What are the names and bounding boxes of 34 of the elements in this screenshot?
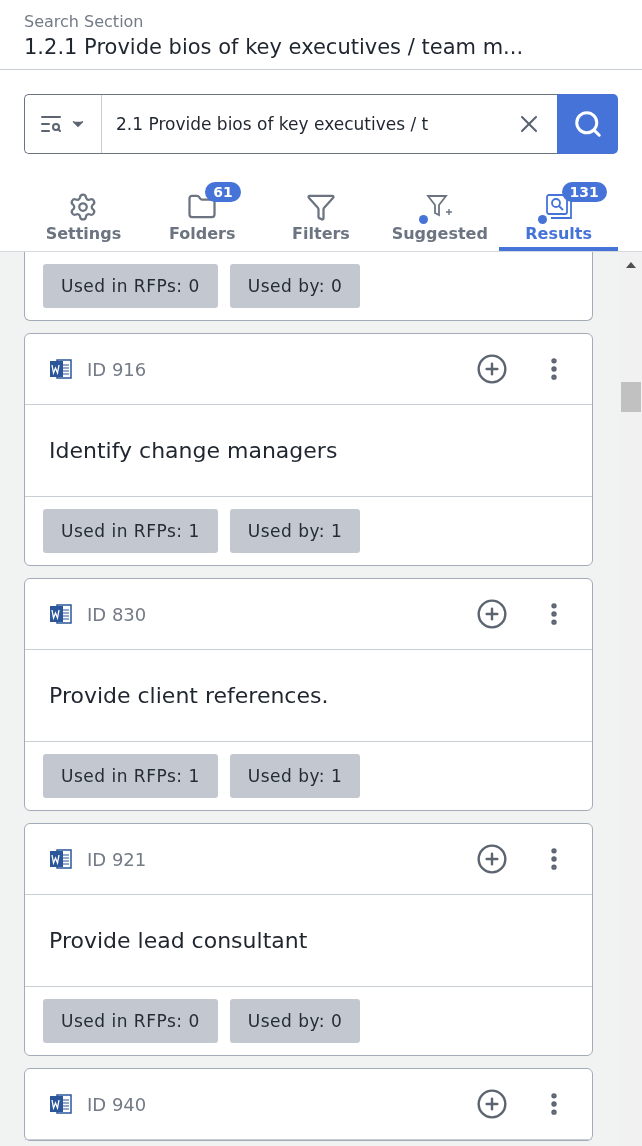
nav-tab[interactable]: Settings — [24, 182, 143, 251]
usage-tag: Used in RFPs: 1 — [43, 754, 218, 798]
section-caption: Search Section — [24, 12, 145, 31]
usage-tag: Used by: 1 — [229, 754, 361, 798]
result-title: Identify change managers — [25, 405, 592, 497]
word-document-icon — [49, 602, 73, 626]
result-title: Provide lead consultant — [25, 895, 592, 987]
result-title: Provide client references. — [25, 650, 592, 742]
word-document-icon — [49, 847, 73, 871]
add-icon[interactable] — [476, 353, 508, 385]
search-button[interactable] — [557, 94, 618, 154]
count-badge: 61 — [205, 182, 241, 202]
usage-tag: Used in RFPs: 0 — [43, 999, 218, 1043]
usage-tag: Used in RFPs: 1 — [43, 509, 218, 553]
word-document-icon — [49, 357, 73, 381]
count-badge: 131 — [561, 182, 607, 202]
nav-tab[interactable]: Suggested — [380, 182, 500, 251]
section-title: 1.2.1 Provide bios of key executives / team m... — [24, 35, 525, 59]
nav-tab[interactable]: 61 Folders — [142, 182, 262, 251]
result-id: ID 921 — [87, 848, 148, 870]
filter-icon — [306, 192, 336, 222]
search-icon — [572, 109, 603, 139]
result-id: ID 830 — [87, 603, 148, 625]
nav-tab[interactable]: Filters — [261, 182, 381, 251]
add-icon[interactable] — [476, 598, 508, 630]
usage-tag: Used by: 0 — [229, 264, 361, 308]
word-document-icon — [49, 1092, 73, 1116]
usage-tag: Used in RFPs: 0 — [43, 264, 218, 308]
usage-tag: Used by: 0 — [229, 999, 361, 1043]
result-id: ID 916 — [87, 358, 148, 380]
usage-tag: Used by: 1 — [229, 509, 361, 553]
add-icon[interactable] — [476, 1088, 508, 1120]
add-icon[interactable] — [476, 843, 508, 875]
result-id: ID 940 — [87, 1093, 148, 1115]
